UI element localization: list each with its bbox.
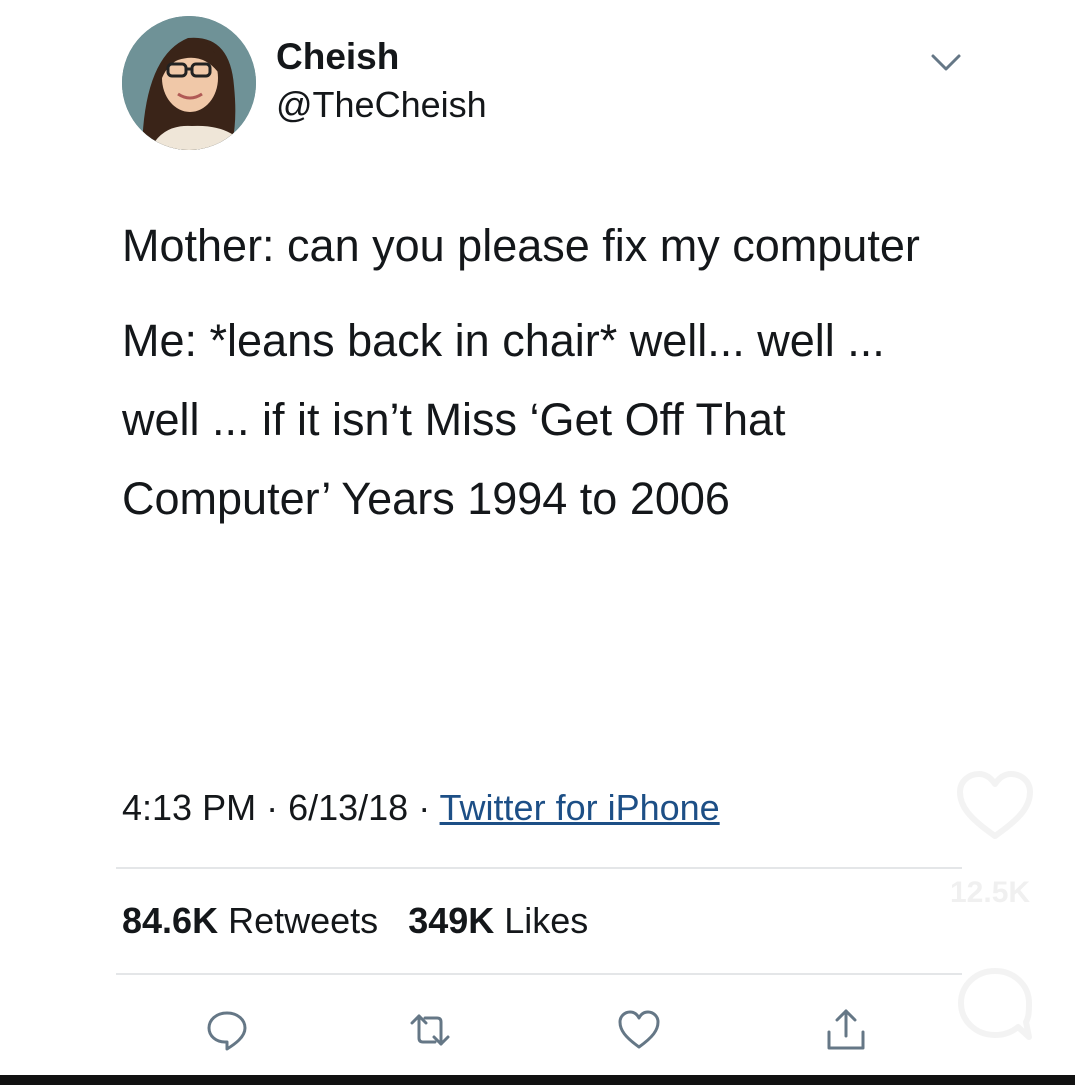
overlay-comment-icon[interactable] [955, 965, 1035, 1045]
source-link[interactable]: Twitter for iPhone [440, 787, 720, 828]
tweet-time: 4:13 PM [122, 787, 257, 828]
separator: · [408, 787, 440, 828]
chevron-down-icon[interactable] [930, 50, 962, 74]
user-handle[interactable]: @TheCheish [276, 84, 487, 126]
tweet-paragraph: Me: *leans back in chair* well... well .… [122, 315, 885, 524]
profile-photo-icon [122, 16, 256, 150]
engagement-stats: 84.6K Retweets 349K Likes [122, 900, 588, 942]
likes-count[interactable]: 349K [408, 900, 494, 941]
overlay-like-count: 12.5K [950, 876, 1031, 909]
tweet-date: 6/13/18 [288, 787, 409, 828]
share-icon[interactable] [824, 1008, 868, 1052]
divider [116, 973, 962, 975]
display-name[interactable]: Cheish [276, 36, 399, 78]
like-icon[interactable] [617, 1008, 661, 1052]
tweet-text: Mother: can you please fix my computer M… [122, 206, 972, 538]
tweet-metadata: 4:13 PM · 6/13/18 · Twitter for iPhone [122, 787, 720, 829]
avatar[interactable] [122, 16, 256, 150]
divider [116, 867, 962, 869]
separator: · [256, 787, 289, 828]
retweet-icon[interactable] [408, 1008, 452, 1052]
reply-icon[interactable] [205, 1008, 249, 1052]
overlay-heart-icon[interactable] [955, 770, 1035, 842]
retweets-count[interactable]: 84.6K [122, 900, 218, 941]
likes-label[interactable]: Likes [504, 900, 588, 941]
tweet-paragraph: Mother: can you please fix my computer [122, 220, 920, 271]
bottom-bar [0, 1075, 1075, 1085]
retweets-label[interactable]: Retweets [228, 900, 378, 941]
